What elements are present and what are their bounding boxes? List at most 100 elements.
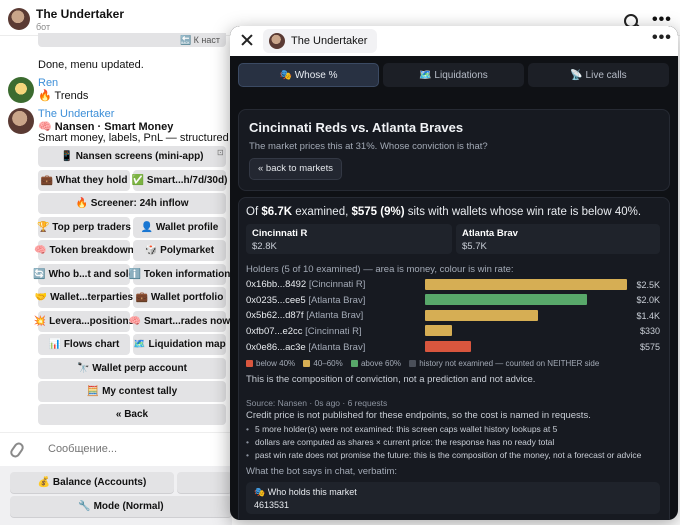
legend-label: history not examined — counted on NEITHE… xyxy=(419,359,600,368)
mini-app-icon: ⊡ xyxy=(217,148,224,157)
tab-live-calls[interactable]: 📡 Live calls xyxy=(528,63,669,87)
mini-app-header: The Undertaker ••• xyxy=(230,26,678,56)
holder-bar xyxy=(425,325,452,336)
side-value: $5.7K xyxy=(462,241,487,252)
mini-app-title: The Undertaker xyxy=(291,35,368,47)
message-input[interactable] xyxy=(48,443,228,455)
holder-side: [Atlanta Brav] xyxy=(308,295,366,306)
legend-swatch xyxy=(246,360,253,367)
note-item: dollars are computed as shares × current… xyxy=(246,437,554,447)
keyboard-button-smart-trades[interactable]: 🧠 Smart...rades now xyxy=(129,311,230,332)
keyboard-button-contest-tally[interactable]: 🧮 My contest tally xyxy=(38,381,226,402)
avatar[interactable] xyxy=(8,108,34,134)
quote-line: 🎭 Who holds this market xyxy=(254,487,357,497)
balance-accounts-button[interactable]: 💰 Balance (Accounts) xyxy=(10,472,174,493)
more-icon[interactable]: ••• xyxy=(652,12,672,28)
headline-suffix: sits with wallets whose win rate is belo… xyxy=(404,206,642,218)
conviction-headline: Of $6.7K examined, $575 (9%) sits with w… xyxy=(246,206,641,218)
holder-bar-track xyxy=(425,325,627,336)
sender-name[interactable]: Ren xyxy=(38,77,58,89)
tab-bar: 🎭 Whose % 🗺️ Liquidations 📡 Live calls xyxy=(238,63,670,87)
legend-swatch xyxy=(350,360,358,367)
keyboard-button-screener[interactable]: 🔥 Screener: 24h inflow xyxy=(38,193,226,214)
keyboard-button-liquidation-map[interactable]: 🗺️ Liquidation map xyxy=(133,334,226,355)
attachment-icon[interactable] xyxy=(8,440,26,460)
holder-label[interactable]: 0x16bb...8492 [Cincinnati R] xyxy=(246,279,365,290)
quote-line: 4613531 xyxy=(254,500,290,510)
chat-title[interactable]: The Undertaker xyxy=(36,7,124,21)
keyboard-button-wallet-perp[interactable]: 🔭 Wallet perp account xyxy=(38,358,226,379)
keyboard-button-token-info[interactable]: ℹ️ Token information xyxy=(129,264,230,285)
tab-whose-percent[interactable]: 🎭 Whose % xyxy=(238,63,379,87)
holder-bar-track xyxy=(425,294,627,305)
match-subtitle: The market prices this at 31%. Whose con… xyxy=(249,141,488,152)
note-item: past win rate does not promise the futur… xyxy=(246,450,641,460)
keyboard-button-wallet-counterparties[interactable]: 🤝 Wallet...terparties xyxy=(35,287,133,308)
legend-item: below 40% xyxy=(246,359,295,368)
holder-label[interactable]: 0x5b62...d87f [Atlanta Brav] xyxy=(246,310,363,321)
credit-note: Credit price is not published for these … xyxy=(246,410,591,421)
keyboard-button-wallet-profile[interactable]: 👤 Wallet profile xyxy=(133,217,226,238)
close-icon[interactable] xyxy=(240,33,254,47)
keyboard-button-top-perp[interactable]: 🏆 Top perp traders xyxy=(37,217,131,238)
keyboard-button-back[interactable]: « Back xyxy=(38,404,226,425)
match-title: Cincinnati Reds vs. Atlanta Braves xyxy=(249,120,464,135)
keyboard-button-polymarket[interactable]: 🎲 Polymarket xyxy=(133,240,226,261)
holder-value: $330 xyxy=(639,326,660,336)
holder-side: [Atlanta Brav] xyxy=(306,310,364,321)
headline-mid: examined, xyxy=(292,206,352,218)
holder-bar-track xyxy=(425,310,627,321)
holder-bar xyxy=(425,310,539,321)
side-value: $2.8K xyxy=(252,241,277,252)
holder-side: [Atlanta Brav] xyxy=(308,342,366,353)
holder-bar-track xyxy=(425,279,627,290)
keyboard-button-back-partial[interactable]: 🔙 К наст xyxy=(38,33,226,47)
reply-button-partial[interactable] xyxy=(177,472,232,493)
keyboard-button-nansen-screens[interactable]: 📱 Nansen screens (mini-app) xyxy=(38,146,226,167)
holder-address: 0x5b62...d87f xyxy=(246,310,304,321)
composition-note: This is the composition of conviction, n… xyxy=(246,374,536,385)
legend-label: below 40% xyxy=(256,359,296,368)
holder-label[interactable]: 0x0e86...ac3e [Atlanta Brav] xyxy=(246,342,365,353)
avatar xyxy=(269,33,285,49)
holder-side: [Cincinnati R] xyxy=(305,326,362,337)
legend-item: history not examined — counted on NEITHE… xyxy=(409,359,599,368)
side-name: Atlanta Brav xyxy=(462,228,518,239)
mini-app-title-chip[interactable]: The Undertaker xyxy=(263,29,378,53)
more-icon[interactable]: ••• xyxy=(652,30,672,46)
keyboard-button-smart-flows[interactable]: ✅ Smart...h/7d/30d) xyxy=(132,170,227,191)
holder-address: 0x0e86...ac3e xyxy=(246,342,306,353)
holder-label[interactable]: 0xfb07...e2cc [Cincinnati R] xyxy=(246,326,362,337)
holder-value: $2.5K xyxy=(636,280,660,290)
holder-value: $1.4K xyxy=(636,311,660,321)
tab-liquidations[interactable]: 🗺️ Liquidations xyxy=(383,63,524,87)
message-composer xyxy=(0,432,232,466)
keyboard-button-leverage-positions[interactable]: 💥 Levera...positions xyxy=(34,311,134,332)
mode-normal-button[interactable]: 🔧 Mode (Normal) xyxy=(10,496,232,517)
holder-value: $2.0K xyxy=(636,295,660,305)
keyboard-button-wallet-portfolio[interactable]: 💼 Wallet portfolio xyxy=(133,287,226,308)
keyboard-button-what-they-hold[interactable]: 💼 What they hold xyxy=(38,170,130,191)
back-to-markets-button[interactable]: « back to markets xyxy=(249,158,342,180)
reply-keyboard: 💰 Balance (Accounts) 🔧 Mode (Normal) xyxy=(0,466,232,525)
message-text: Done, menu updated. xyxy=(38,59,144,71)
legend-swatch xyxy=(303,360,311,367)
below-amount: $575 (9%) xyxy=(351,206,405,218)
side-name: Cincinnati R xyxy=(252,228,308,239)
holder-address: 0x0235...cee5 xyxy=(246,295,306,306)
avatar[interactable] xyxy=(8,77,34,103)
side-box-atlanta: Atlanta Brav $5.7K xyxy=(456,224,660,254)
holder-label[interactable]: 0x0235...cee5 [Atlanta Brav] xyxy=(246,295,365,306)
keyboard-button-flows-chart[interactable]: 📊 Flows chart xyxy=(38,334,130,355)
avatar[interactable] xyxy=(8,8,30,30)
side-box-cincinnati: Cincinnati R $2.8K xyxy=(246,224,452,254)
keyboard-button-token-breakdown[interactable]: 🧠 Token breakdown xyxy=(34,240,134,261)
legend-swatch xyxy=(409,360,417,367)
holders-caption: Holders (5 of 10 examined) — area is mon… xyxy=(246,264,514,275)
keyboard-button-who-bought[interactable]: 🔄 Who b...t and sold xyxy=(33,264,135,285)
holder-address: 0xfb07...e2cc xyxy=(246,326,303,337)
sender-name[interactable]: The Undertaker xyxy=(38,108,114,120)
holder-bar xyxy=(425,279,627,290)
legend-item: 40–60% xyxy=(303,359,343,368)
examined-amount: $6.7K xyxy=(261,206,293,218)
